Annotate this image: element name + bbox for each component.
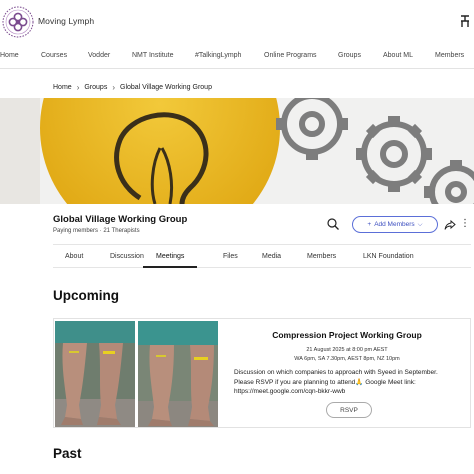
site-header: Moving Lymph bbox=[0, 0, 474, 44]
event-card[interactable]: Compression Project Working Group 21 Aug… bbox=[53, 318, 471, 428]
group-meta: Paying members · 21 Therapists bbox=[53, 228, 140, 234]
event-time: 21 August 2025 at 8:00 pm AEST WA 6pm, S… bbox=[232, 346, 462, 363]
event-description-line-1: Discussion on which companies to approac… bbox=[234, 369, 438, 376]
main-navigation: Home Courses Vodder NMT Institute #Talki… bbox=[0, 48, 474, 66]
nav-members[interactable]: Members bbox=[435, 52, 464, 59]
past-heading: Past bbox=[53, 446, 82, 461]
meet-link[interactable]: https://meet.google.com/cqn-bkkr-wwb bbox=[234, 387, 466, 397]
account-icon[interactable] bbox=[458, 13, 472, 29]
tab-files[interactable]: Files bbox=[223, 245, 238, 268]
group-cover-image bbox=[0, 98, 474, 204]
rsvp-request-text: Please RSVP if you are planning to atten… bbox=[234, 378, 356, 386]
tab-about[interactable]: About bbox=[65, 245, 83, 268]
nav-vodder[interactable]: Vodder bbox=[88, 52, 110, 59]
chevron-right-icon: › bbox=[76, 82, 80, 92]
tab-meetings[interactable]: Meetings bbox=[143, 245, 198, 268]
group-title: Global Village Working Group bbox=[53, 214, 188, 225]
nav-online-programs[interactable]: Online Programs bbox=[264, 52, 317, 59]
chevron-right-icon: › bbox=[112, 82, 115, 92]
more-options-icon[interactable]: ⋮ bbox=[460, 216, 470, 232]
group-tabs: About Discussion Meetings Files Media Me… bbox=[53, 244, 471, 268]
nav-nmt-institute[interactable]: NMT Institute bbox=[132, 52, 174, 59]
event-photo-left bbox=[55, 321, 135, 427]
event-photo-right bbox=[138, 321, 218, 427]
nav-groups[interactable]: Groups bbox=[338, 52, 361, 59]
chevron-down-icon: ⌵ bbox=[417, 220, 423, 228]
breadcrumb-home[interactable]: Home bbox=[53, 84, 72, 91]
breadcrumb: Home › Groups › Global Village Working G… bbox=[53, 81, 212, 93]
moving-lymph-logo[interactable] bbox=[2, 6, 34, 38]
event-date: 21 August 2025 at 8:00 pm AEST bbox=[306, 347, 388, 353]
upcoming-heading: Upcoming bbox=[53, 288, 119, 303]
breadcrumb-groups[interactable]: Groups bbox=[84, 84, 107, 91]
search-icon[interactable] bbox=[326, 217, 340, 231]
tab-lkn-foundation[interactable]: LKN Foundation bbox=[363, 245, 414, 268]
add-members-button[interactable]: + Add Members ⌵ bbox=[352, 216, 438, 233]
tab-discussion[interactable]: Discussion bbox=[110, 245, 144, 268]
nav-divider bbox=[0, 68, 474, 69]
nav-talkinglymph[interactable]: #TalkingLymph bbox=[195, 52, 241, 59]
rsvp-button[interactable]: RSVP bbox=[326, 402, 372, 418]
add-members-label: Add Members bbox=[374, 221, 415, 228]
event-timezones: WA 6pm, SA 7.30pm, AEST 8pm, NZ 10pm bbox=[294, 355, 400, 362]
share-icon[interactable] bbox=[444, 218, 456, 230]
event-description-line-2: Please RSVP if you are planning to atten… bbox=[234, 378, 466, 388]
tab-media[interactable]: Media bbox=[262, 245, 281, 268]
tab-members[interactable]: Members bbox=[307, 245, 336, 268]
nav-about-ml[interactable]: About ML bbox=[383, 52, 413, 59]
nav-courses[interactable]: Courses bbox=[41, 52, 67, 59]
nav-home[interactable]: Home bbox=[0, 52, 19, 59]
plus-icon: + bbox=[367, 221, 372, 228]
event-description: Discussion on which companies to approac… bbox=[234, 368, 466, 397]
meet-link-label: Google Meet link: bbox=[363, 378, 416, 386]
breadcrumb-current: Global Village Working Group bbox=[120, 83, 212, 91]
event-title[interactable]: Compression Project Working Group bbox=[232, 330, 462, 340]
brand-name[interactable]: Moving Lymph bbox=[38, 16, 94, 26]
